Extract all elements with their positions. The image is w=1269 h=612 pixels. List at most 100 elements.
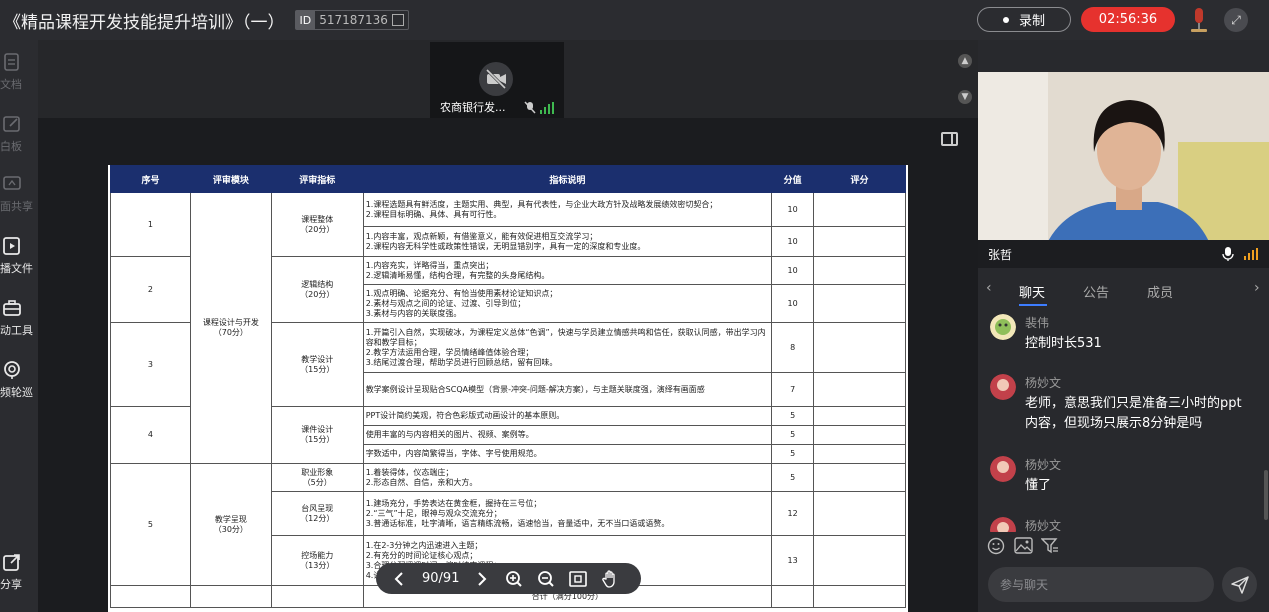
column-header: 序号 [110, 165, 191, 193]
sidebar-item-video-patrol[interactable]: 频轮巡 [0, 360, 38, 400]
share-button[interactable]: 分享 [0, 552, 38, 592]
rubric-table: 序号 评审模块 评审指标 指标说明 分值 评分 1 课程设计与开发 （70分） … [110, 165, 906, 608]
score-cell: 10 [771, 284, 815, 323]
chat-input[interactable]: 参与聊天 [988, 567, 1214, 602]
main-stage: 农商银行发... ▲ ▼ 序号 评审模块 评审指标 指标说明 分值 评分 1 课… [38, 40, 978, 612]
chat-text: 老师，意思我们只是准备三小时的ppt内容，但现场只展示8分钟是吗 [1025, 396, 1242, 431]
rating-cell[interactable] [813, 491, 906, 536]
microphone-icon[interactable] [1188, 6, 1210, 34]
description-cell: 1.观点明确、论据充分、有恰当使用素材论证知识点； 2.素材与观点之间的论证、过… [362, 284, 773, 323]
description-cell: 1.建场充分，手势表达在黄金框，握持在三号位； 2.“三气”十足，眼神与观众交流… [362, 491, 773, 536]
item-number: 1 [110, 192, 191, 257]
record-label: 录制 [1018, 14, 1045, 29]
copy-icon[interactable] [391, 14, 404, 26]
avatar [990, 456, 1016, 482]
sidebar-item-screen-share[interactable]: 面共享 [0, 174, 38, 214]
record-button[interactable]: 录制 [977, 7, 1071, 32]
chat-message: 裴伟 控制时长531 [990, 314, 1260, 364]
rating-cell[interactable] [813, 322, 906, 373]
send-button[interactable] [1222, 567, 1257, 602]
sidebar-item-toolbox[interactable]: 动工具 [0, 298, 38, 338]
next-page-button[interactable] [473, 570, 491, 588]
column-header: 评分 [813, 165, 906, 193]
top-bar: 《精品课程开发技能提升培训》（一） ID 517187136 [0, 0, 1269, 40]
table-header-row: 序号 评审模块 评审指标 指标说明 分值 评分 [110, 165, 906, 193]
score-cell: 12 [771, 491, 815, 536]
tab-scroll-left-icon[interactable]: ‹ [986, 280, 992, 296]
sidebar-item-document[interactable]: 文档 [0, 52, 38, 92]
module-cell: 教学呈现 （30分） [189, 463, 272, 586]
participant-video-thumb[interactable]: 农商银行发... [430, 42, 564, 118]
sidebar-item-whiteboard[interactable]: 白板 [0, 114, 38, 154]
rating-cell[interactable] [813, 284, 906, 323]
avatar [990, 314, 1016, 340]
tab-announcements[interactable]: 公告 [1083, 282, 1109, 301]
indicator-cell: 课程整体 （20分） [270, 192, 364, 257]
meeting-id: 517187136 [319, 13, 388, 27]
item-number: 5 [110, 463, 191, 586]
fit-page-icon [569, 570, 588, 587]
filter-icon[interactable] [1041, 537, 1059, 555]
prev-page-button[interactable] [390, 570, 408, 588]
sidebar-item-label: 频轮巡 [0, 386, 33, 399]
rating-cell[interactable] [813, 192, 906, 227]
description-cell: 1.内容丰富，观点新颖，有借鉴意义，能有效促进相互交流学习； 2.课程内容无科学… [362, 226, 773, 257]
score-cell: 10 [771, 226, 815, 257]
record-dot-icon [1002, 16, 1009, 23]
indicator-cell: 台风呈现 （12分） [270, 491, 364, 536]
hand-tool-button[interactable] [601, 569, 619, 588]
emoji-icon[interactable] [987, 537, 1005, 555]
page-navigator: 90/91 [376, 563, 641, 594]
layout-toggle-icon[interactable] [941, 132, 958, 146]
rating-cell[interactable] [813, 406, 906, 426]
rating-cell[interactable] [813, 372, 906, 407]
chevron-down-icon[interactable]: ▼ [958, 90, 972, 104]
chat-message: 杨妙文 老师，意思我们只是准备三小时的ppt内容，但现场只展示8分钟是吗 [990, 374, 1260, 444]
rating-cell[interactable] [813, 463, 906, 492]
meeting-id-badge: ID 517187136 [294, 10, 409, 30]
chat-message: 杨妙文 [990, 517, 1260, 532]
rating-cell[interactable] [813, 535, 906, 586]
share-label: 分享 [0, 578, 22, 591]
zoom-out-button[interactable] [537, 570, 555, 588]
score-cell: 10 [771, 256, 815, 285]
document-icon [4, 53, 19, 71]
chat-scrollbar[interactable] [1264, 470, 1268, 520]
avatar [990, 374, 1016, 400]
chevron-up-icon[interactable]: ▲ [958, 54, 972, 68]
sidebar-item-play-file[interactable]: 播文件 [0, 236, 38, 276]
speaker-portrait [978, 72, 1269, 268]
rating-cell[interactable] [813, 444, 906, 464]
video-strip: 农商银行发... ▲ ▼ [38, 40, 978, 118]
indicator-cell: 职业形象 （5分） [270, 463, 364, 492]
mic-muted-icon [524, 101, 536, 114]
zoom-in-icon [506, 570, 523, 587]
score-cell: 8 [771, 322, 815, 373]
tab-scroll-right-icon[interactable]: › [1254, 280, 1260, 296]
zoom-in-button[interactable] [505, 570, 523, 588]
fullscreen-icon[interactable]: ⤢ [1224, 8, 1248, 32]
tab-chat[interactable]: 聊天 [1019, 282, 1045, 301]
rating-cell[interactable] [813, 425, 906, 445]
sidebar-item-label: 面共享 [0, 200, 33, 213]
column-header: 评审模块 [189, 165, 272, 193]
chat-text: 懂了 [1025, 478, 1052, 493]
chat-text: 控制时长531 [1025, 336, 1102, 351]
speaker-video[interactable] [978, 72, 1269, 268]
shared-document: 序号 评审模块 评审指标 指标说明 分值 评分 1 课程设计与开发 （70分） … [108, 165, 908, 612]
column-header: 指标说明 [362, 165, 773, 193]
zoom-out-icon [538, 570, 555, 587]
microphone-icon [1222, 247, 1234, 261]
rating-cell[interactable] [813, 226, 906, 257]
share-icon [3, 554, 20, 571]
description-cell: 教学案例设计呈现贴合SCQA模型（背景-冲突-问题-解决方案），与主题关联度强，… [362, 372, 773, 407]
sidebar-item-label: 播文件 [0, 262, 33, 275]
fit-page-button[interactable] [569, 570, 588, 588]
send-icon [1230, 575, 1249, 594]
image-icon[interactable] [1014, 537, 1033, 554]
score-cell: 5 [771, 406, 815, 426]
whiteboard-icon [3, 116, 20, 132]
left-sidebar: 文档 白板 面共享 播文件 动工具 频轮巡 分享 [0, 40, 38, 612]
rating-cell[interactable] [813, 256, 906, 285]
tab-members[interactable]: 成员 [1147, 282, 1173, 301]
